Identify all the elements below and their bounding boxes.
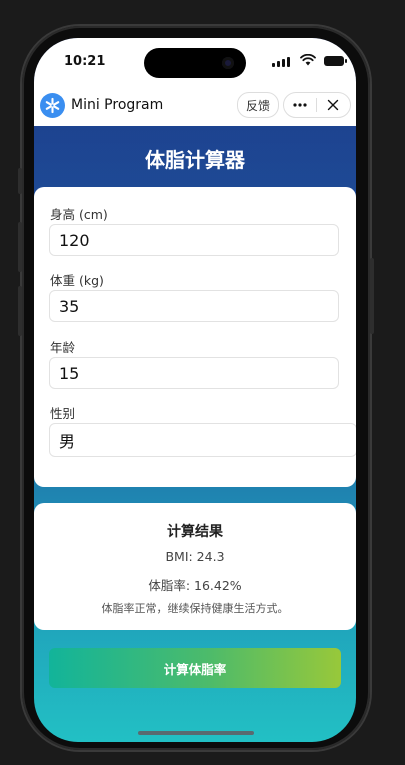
status-time: 10:21 xyxy=(64,54,106,69)
body-fat-value: 体脂率: 16.42% xyxy=(148,578,242,593)
home-indicator xyxy=(138,731,254,735)
weight-label: 体重 (kg) xyxy=(50,273,104,288)
mute-switch xyxy=(18,168,22,194)
capsule-menu xyxy=(283,92,351,118)
age-input[interactable]: 15 xyxy=(49,357,339,389)
gender-select[interactable]: 男 xyxy=(49,423,356,457)
battery-icon xyxy=(324,56,347,66)
signal-icon xyxy=(272,57,290,67)
result-title: 计算结果 xyxy=(167,524,223,540)
height-input[interactable]: 120 xyxy=(49,224,339,256)
mini-program-title: Mini Program xyxy=(71,97,164,113)
phone-screen: 10:21 Mini Program 反馈 体脂计算器 身高 (cm) 120 … xyxy=(34,38,356,742)
bmi-value: BMI: 24.3 xyxy=(165,549,225,564)
mini-program-logo-icon[interactable] xyxy=(40,93,65,118)
gender-label: 性别 xyxy=(50,406,76,421)
more-dots-icon[interactable] xyxy=(284,93,316,117)
volume-up-button xyxy=(18,222,22,272)
weight-input[interactable]: 35 xyxy=(49,290,339,322)
power-button xyxy=(370,258,374,334)
feedback-button[interactable]: 反馈 xyxy=(237,92,279,118)
mini-program-bar: Mini Program 反馈 xyxy=(34,88,356,126)
height-label: 身高 (cm) xyxy=(50,207,108,222)
page-title: 体脂计算器 xyxy=(145,148,245,172)
result-card: 计算结果 BMI: 24.3 体脂率: 16.42% 体脂率正常，继续保持健康生… xyxy=(34,503,356,630)
wifi-icon xyxy=(300,54,316,66)
age-label: 年龄 xyxy=(50,340,76,355)
calculate-button[interactable]: 计算体脂率 xyxy=(49,648,341,688)
input-form-card: 身高 (cm) 120 体重 (kg) 35 年龄 15 性别 男 xyxy=(34,187,356,487)
dynamic-island xyxy=(144,48,246,78)
volume-down-button xyxy=(18,286,22,336)
camera-icon xyxy=(222,57,234,69)
close-icon[interactable] xyxy=(317,93,349,117)
status-bar: 10:21 xyxy=(34,38,356,88)
result-advice: 体脂率正常，继续保持健康生活方式。 xyxy=(101,602,289,615)
